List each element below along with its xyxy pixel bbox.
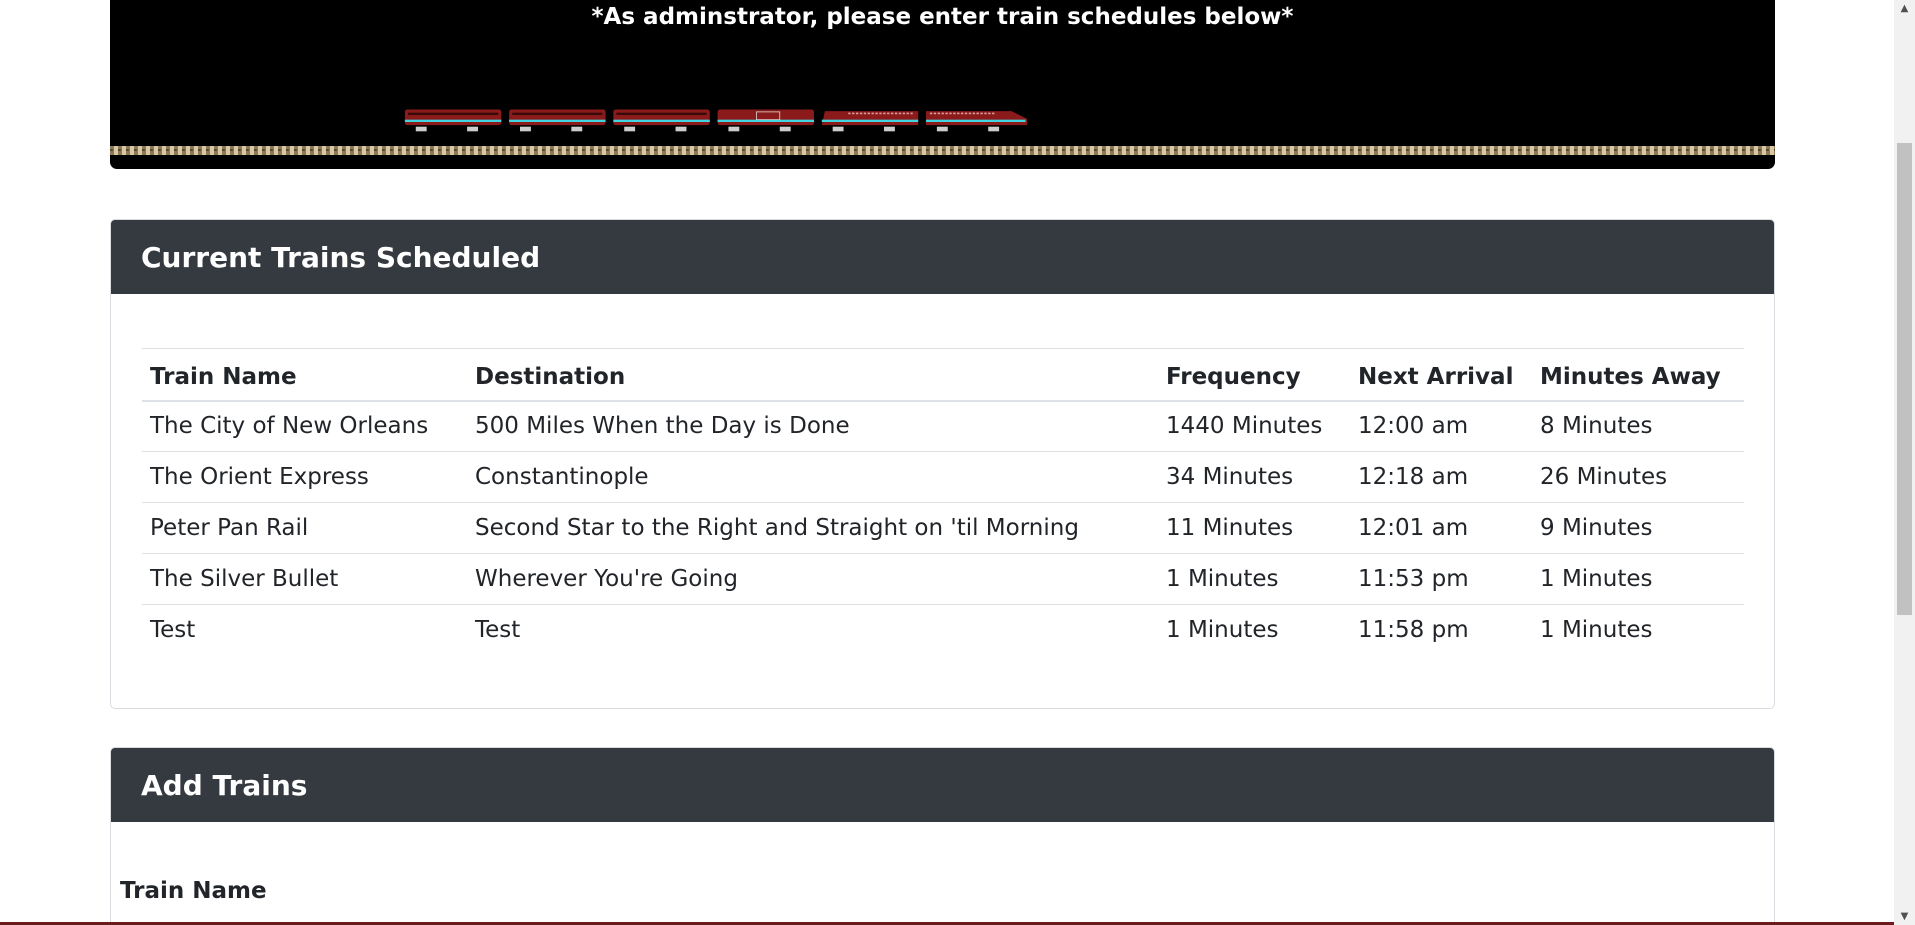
cell-minutes-away: 9 Minutes — [1540, 515, 1653, 541]
train-banner: *As adminstrator, please enter train sch… — [110, 0, 1775, 169]
cell-train-name: Test — [150, 617, 196, 644]
table-row: The Silver Bullet Wherever You're Going … — [142, 554, 1744, 605]
train-track — [110, 146, 1775, 155]
scrollbar-thumb[interactable] — [1897, 143, 1912, 615]
train-car-5 — [821, 111, 919, 126]
train-graphic — [404, 109, 1028, 132]
train-car-1 — [404, 109, 502, 126]
cell-destination: 500 Miles When the Day is Done — [475, 413, 850, 440]
cell-minutes-away: 8 Minutes — [1540, 413, 1653, 440]
scroll-down-arrow-icon[interactable]: ▼ — [1894, 908, 1915, 925]
add-trains-card-title: Add Trains — [111, 748, 1774, 822]
cell-frequency: 1 Minutes — [1166, 566, 1279, 592]
cell-minutes-away: 1 Minutes — [1540, 617, 1653, 644]
banner-text: *As adminstrator, please enter train sch… — [591, 4, 1294, 30]
cell-frequency: 11 Minutes — [1166, 515, 1294, 541]
cell-destination: Wherever You're Going — [475, 566, 738, 592]
table-row: The Orient Express Constantinople 34 Min… — [142, 452, 1744, 503]
schedule-card-title: Current Trains Scheduled — [111, 220, 1774, 294]
cell-next-arrival: 11:53 pm — [1358, 566, 1469, 592]
cell-next-arrival: 12:01 am — [1358, 515, 1469, 541]
train-locomotive — [926, 111, 1028, 126]
cell-train-name: Peter Pan Rail — [150, 515, 309, 541]
cell-train-name: The City of New Orleans — [150, 413, 429, 440]
cell-minutes-away: 1 Minutes — [1540, 566, 1653, 592]
train-car-2 — [509, 109, 606, 126]
scroll-up-arrow-icon[interactable]: ▲ — [1894, 0, 1915, 17]
cell-destination: Constantinople — [475, 464, 649, 490]
cell-next-arrival: 11:58 pm — [1358, 617, 1469, 644]
schedule-card: Current Trains Scheduled Train Name Dest… — [110, 219, 1775, 709]
cell-frequency: 1440 Minutes — [1166, 413, 1323, 440]
column-header-minutes-away: Minutes Away — [1540, 364, 1721, 391]
schedule-table-header-row: Train Name Destination Frequency Next Ar… — [142, 348, 1744, 401]
cell-train-name: The Silver Bullet — [150, 566, 339, 592]
table-row: Peter Pan Rail Second Star to the Right … — [142, 503, 1744, 554]
cell-minutes-away: 26 Minutes — [1540, 464, 1668, 490]
schedule-table: Train Name Destination Frequency Next Ar… — [142, 348, 1744, 656]
train-name-label: Train Name — [120, 878, 267, 904]
column-header-train-name: Train Name — [150, 364, 297, 391]
cell-destination: Second Star to the Right and Straight on… — [475, 515, 1079, 541]
add-trains-card: Add Trains Train Name — [110, 747, 1775, 925]
cell-next-arrival: 12:18 am — [1358, 464, 1469, 490]
cell-frequency: 1 Minutes — [1166, 617, 1279, 644]
cell-train-name: The Orient Express — [150, 464, 369, 490]
column-header-next-arrival: Next Arrival — [1358, 364, 1514, 391]
cell-destination: Test — [475, 617, 521, 644]
cell-next-arrival: 12:00 am — [1358, 413, 1469, 440]
train-car-4 — [717, 109, 814, 126]
vertical-scrollbar[interactable]: ▲ ▼ — [1894, 0, 1915, 925]
table-row: The City of New Orleans 500 Miles When t… — [142, 401, 1744, 452]
train-wheels — [415, 126, 1000, 132]
column-header-frequency: Frequency — [1166, 364, 1301, 391]
cell-frequency: 34 Minutes — [1166, 464, 1294, 490]
column-header-destination: Destination — [475, 364, 626, 391]
page-viewport: *As adminstrator, please enter train sch… — [0, 0, 1894, 925]
train-car-3 — [613, 109, 710, 126]
table-row: Test Test 1 Minutes 11:58 pm 1 Minutes — [142, 605, 1744, 656]
